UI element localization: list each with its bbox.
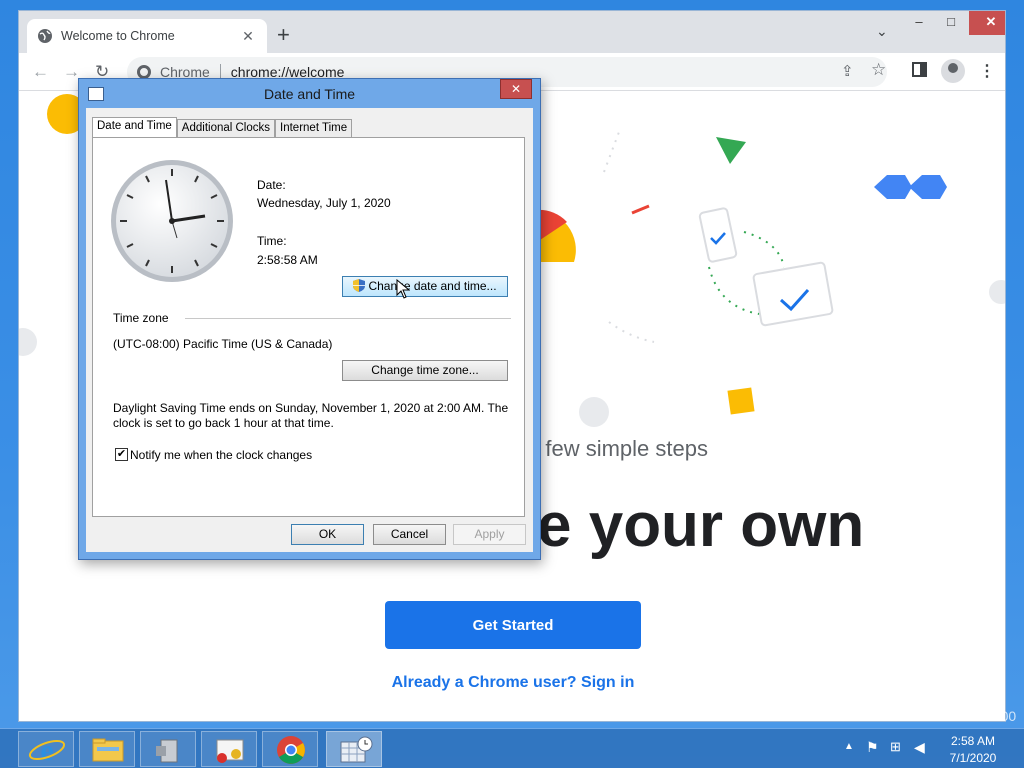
tray-clock-date[interactable]: 7/1/2020 — [946, 751, 1000, 765]
file-explorer-icon — [92, 738, 124, 762]
taskbar-date-time[interactable] — [326, 731, 382, 767]
date-time-icon — [340, 736, 373, 763]
tab-title: Welcome to Chrome — [61, 29, 175, 43]
sign-in-link[interactable]: Already a Chrome user? Sign in — [385, 674, 641, 692]
notify-checkbox[interactable]: ✔ — [115, 448, 128, 461]
time-zone-divider — [185, 318, 511, 319]
apply-button: Apply — [453, 524, 526, 545]
mouse-cursor-icon — [396, 279, 410, 299]
build-watermark: Build 9200 — [950, 708, 1017, 724]
dialog-body: Date and Time Additional Clocks Internet… — [86, 108, 533, 552]
time-value: 2:58:58 AM — [257, 253, 318, 267]
more-menu-icon[interactable]: ⋮ — [979, 61, 995, 81]
profile-avatar-icon[interactable] — [941, 59, 965, 83]
tab-internet-time[interactable]: Internet Time — [275, 119, 353, 138]
tray-clock-time[interactable]: 2:58 AM — [946, 734, 1000, 748]
tab-date-and-time[interactable]: Date and Time — [92, 117, 177, 138]
welcome-subtitle: a few simple steps — [527, 436, 708, 461]
share-icon[interactable]: ⇪ — [841, 62, 854, 80]
dst-notice-line-1: Daylight Saving Time ends on Sunday, Nov… — [113, 401, 509, 415]
tab-strip: Welcome to Chrome ✕ + ⌄ – □ ✕ — [19, 11, 1005, 53]
dialog-tabs: Date and Time Additional Clocks Internet… — [92, 117, 353, 138]
show-hidden-icons-icon[interactable]: ▲ — [844, 741, 854, 752]
taskbar-file-explorer[interactable] — [79, 731, 135, 767]
taskbar: e ▲ ⚑ ⊞ ◀ 2:58 AM 7/1/2020 — [0, 728, 1024, 768]
globe-icon — [38, 29, 52, 43]
internet-explorer-icon: e — [28, 734, 66, 767]
tab-welcome[interactable]: Welcome to Chrome ✕ — [27, 19, 267, 53]
notify-label[interactable]: Notify me when the clock changes — [130, 448, 312, 462]
chrome-icon — [277, 736, 305, 764]
back-arrow-icon[interactable]: ← — [32, 62, 49, 82]
dialog-title-bar[interactable]: Date and Time ✕ — [79, 79, 540, 108]
taskbar-certificate[interactable] — [201, 731, 257, 767]
certificate-icon — [216, 739, 244, 763]
taskbar-system-tool[interactable] — [140, 731, 196, 767]
tab-additional-clocks[interactable]: Additional Clocks — [176, 119, 276, 138]
volume-muted-icon[interactable]: ◀ — [914, 739, 925, 756]
time-zone-value: (UTC-08:00) Pacific Time (US & Canada) — [113, 337, 333, 351]
date-label: Date: — [257, 178, 286, 192]
new-tab-button[interactable]: + — [277, 23, 290, 47]
time-label: Time: — [257, 234, 287, 248]
action-center-flag-icon[interactable]: ⚑ — [866, 739, 879, 756]
tab-close-icon[interactable]: ✕ — [239, 28, 257, 45]
chrome-logo-icon — [137, 65, 151, 79]
date-value: Wednesday, July 1, 2020 — [257, 196, 391, 210]
taskbar-internet-explorer[interactable]: e — [18, 731, 74, 767]
dialog-close-button[interactable]: ✕ — [500, 79, 532, 99]
date-time-panel: Date: Wednesday, July 1, 2020 Time: 2:58… — [92, 137, 525, 517]
tab-search-chevron-icon[interactable]: ⌄ — [876, 23, 888, 40]
change-date-time-button[interactable]: Change date and time... — [342, 276, 508, 297]
side-panel-icon[interactable] — [912, 62, 927, 77]
close-window-button[interactable]: ✕ — [969, 11, 1005, 35]
bookmark-star-icon[interactable]: ☆ — [871, 60, 886, 80]
dst-notice-line-2: clock is set to go back 1 hour at that t… — [113, 416, 334, 430]
network-icon[interactable]: ⊞ — [890, 739, 901, 755]
welcome-heading: e your own — [537, 491, 865, 560]
svg-text:e: e — [40, 734, 53, 767]
dialog-title: Date and Time — [263, 86, 356, 102]
analog-clock-icon — [111, 160, 233, 282]
maximize-button[interactable]: □ — [936, 11, 966, 35]
cancel-button[interactable]: Cancel — [373, 524, 446, 545]
taskbar-chrome[interactable] — [262, 731, 318, 767]
change-time-zone-button[interactable]: Change time zone... — [342, 360, 508, 381]
uac-shield-icon — [353, 279, 366, 292]
date-time-dialog: Date and Time ✕ Date and Time Additional… — [78, 78, 541, 560]
get-started-button[interactable]: Get Started — [385, 601, 641, 649]
minimize-button[interactable]: – — [904, 11, 934, 35]
change-date-time-label: Change date and time... — [368, 279, 497, 293]
ok-button[interactable]: OK — [291, 524, 364, 545]
system-tool-icon — [156, 739, 178, 763]
time-zone-label: Time zone — [113, 311, 169, 325]
